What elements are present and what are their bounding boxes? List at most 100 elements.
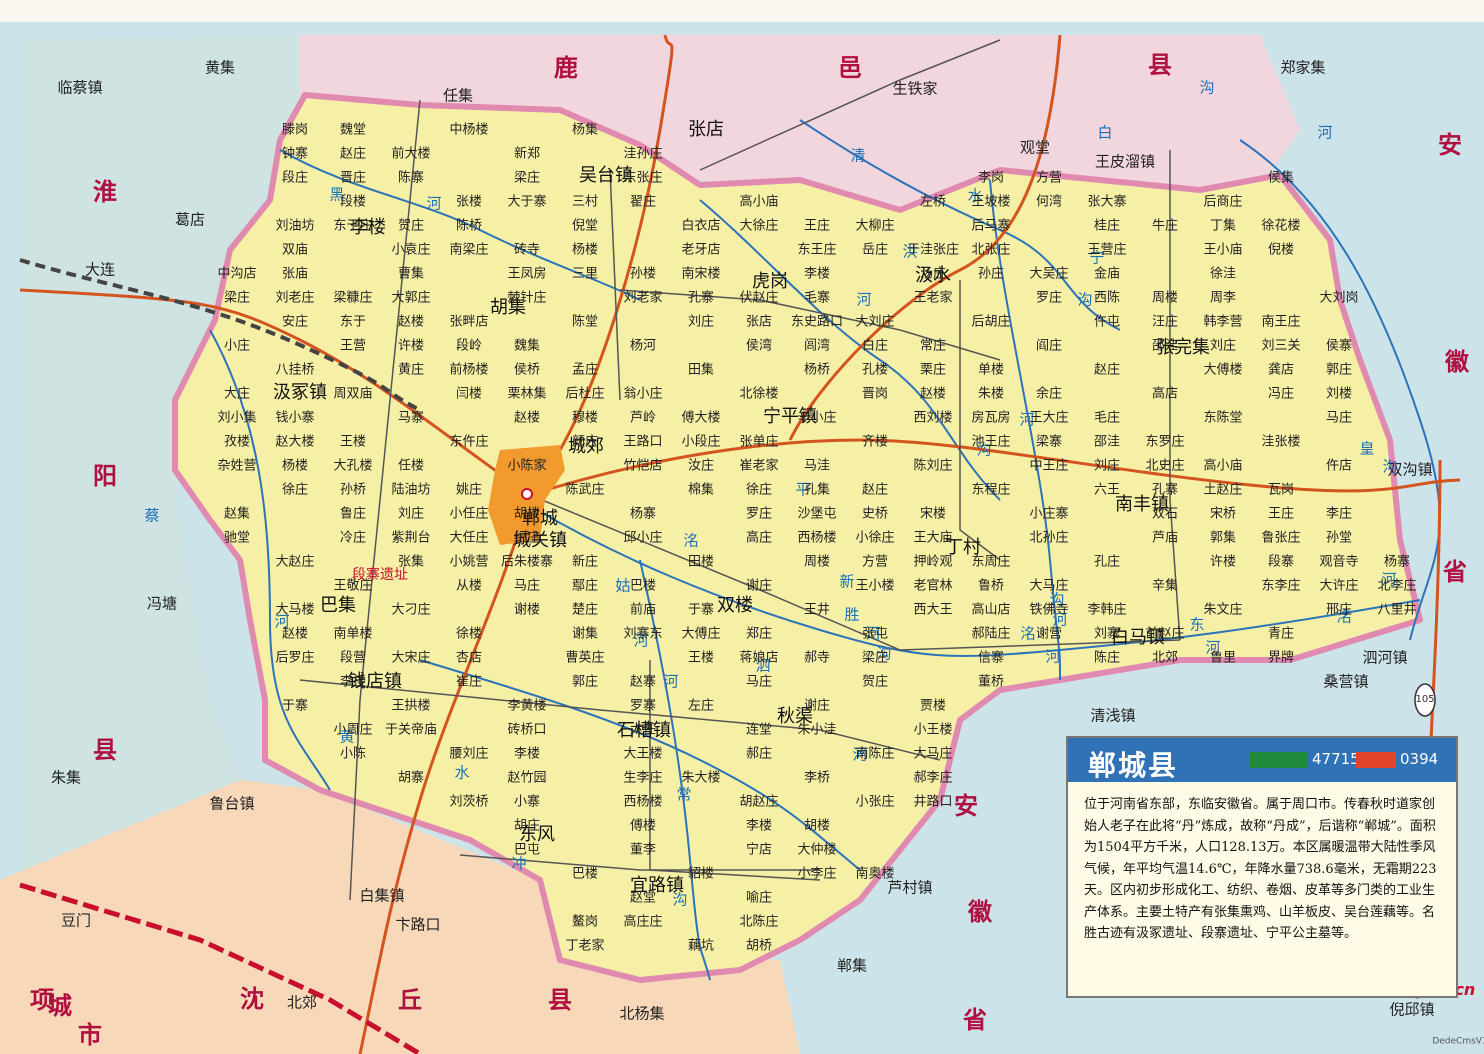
village-label: 南单楼 — [333, 626, 373, 642]
village-label: 徐洼 — [1209, 266, 1237, 282]
village-label: 谢庄 — [803, 698, 831, 714]
village-label: 邢庄 — [1325, 602, 1353, 618]
village-label: 胡赵庄 — [739, 794, 779, 810]
village-label: 白庄 — [861, 338, 889, 354]
village-label: 六王 — [1093, 482, 1121, 498]
village-label: 晋庄 — [339, 170, 367, 186]
village-label: 赵庄 — [1093, 362, 1121, 378]
village-label: 南奥楼 — [855, 866, 895, 882]
region-label: 徽 — [1445, 348, 1469, 376]
village-label: 段营 — [339, 650, 367, 666]
village-label: 晋岗 — [861, 386, 889, 402]
village-label: 张单庄 — [739, 434, 779, 450]
village-label: 马庄 — [1325, 410, 1353, 426]
village-label: 小庄 — [223, 338, 251, 354]
village-label: 谢楼 — [513, 602, 541, 618]
village-label: 王楼 — [687, 650, 715, 666]
region-label: 沈 — [240, 985, 264, 1013]
village-label: 闫楼 — [455, 386, 483, 402]
route-number-label: 105 — [1415, 694, 1435, 705]
village-label: 冯庄 — [1267, 386, 1295, 402]
village-label: 孔寨 — [1151, 482, 1179, 498]
village-label: 白衣店 — [681, 218, 721, 234]
village-label: 后朱楼寨 — [500, 554, 554, 570]
village-label: 刘庄 — [687, 314, 715, 330]
village-label: 东罗庄 — [1145, 434, 1185, 450]
village-label: 钱小寨 — [275, 410, 315, 426]
river-label: 洺 — [1020, 624, 1036, 643]
village-label: 王大庄 — [1029, 410, 1069, 426]
village-label: 丁老家 — [565, 938, 605, 954]
village-label: 王营庄 — [1087, 242, 1127, 258]
village-label: 竹恺店 — [623, 458, 663, 474]
village-label: 南梁庄 — [449, 242, 489, 258]
village-label: 小张庄 — [855, 794, 895, 810]
village-label: 余庄 — [1035, 386, 1063, 402]
village-label: 张店 — [745, 314, 773, 330]
village-label: 段楼 — [339, 194, 367, 210]
village-label: 贺庄 — [861, 674, 889, 690]
village-label: 金庙 — [1093, 266, 1121, 282]
village-label: 何湾 — [1035, 194, 1063, 210]
village-label: 方营 — [861, 554, 889, 570]
village-label: 大马庄 — [913, 746, 953, 762]
village-label: 倪堂 — [571, 218, 599, 234]
village-label: 刘庄 — [397, 506, 425, 522]
river-label: 东 — [1189, 615, 1205, 634]
village-label: 罗寨 — [629, 698, 657, 714]
town-label: 巴集 — [320, 595, 356, 616]
region-label: 省 — [1443, 558, 1467, 586]
village-label: 侯湾 — [745, 338, 773, 354]
village-label: 棉集 — [687, 482, 715, 498]
village-label: 罗庄 — [1035, 290, 1063, 306]
village-label: 东程庄 — [971, 482, 1011, 498]
external-place-label: 清浅镇 — [1090, 706, 1136, 725]
village-label: 藕坑 — [687, 938, 715, 954]
village-label: 楚庄 — [571, 602, 599, 618]
river-label: 胜 — [844, 605, 860, 624]
village-label: 东于 — [339, 314, 367, 330]
county-description: 位于河南省东部，东临安徽省。属于周口市。传春秋时道家创始人老子在此将“丹”炼成，… — [1084, 797, 1437, 941]
village-label: 鄢庄 — [571, 578, 599, 594]
village-label: 东王庄 — [797, 242, 837, 258]
village-label: 侯寨 — [1325, 338, 1353, 354]
village-label: 贾楼 — [919, 698, 947, 714]
village-label: 梁庄 — [513, 170, 541, 186]
river-label: 姑 — [615, 576, 631, 595]
village-label: 大许庄 — [1319, 578, 1359, 594]
village-label: 马庄 — [745, 674, 773, 690]
village-label: 小袁庄 — [391, 242, 431, 258]
village-label: 罗庄 — [745, 506, 773, 522]
village-label: 李桥 — [803, 770, 831, 786]
village-label: 王老家 — [913, 290, 953, 306]
village-label: 杨楼 — [571, 242, 599, 258]
village-label: 八挂桥 — [275, 362, 315, 378]
village-label: 后马寨 — [971, 218, 1011, 234]
village-label: 侯桥 — [513, 362, 541, 378]
village-label: 翟庄 — [629, 194, 657, 210]
village-label: 中杨楼 — [449, 122, 489, 138]
village-label: 刘三关 — [1261, 338, 1301, 354]
page-top-strip — [0, 0, 1484, 22]
village-label: 信寨 — [977, 650, 1005, 666]
village-label: 马洼 — [803, 458, 831, 474]
village-label: 巴屯 — [513, 842, 541, 858]
town-label: 虎岗 — [752, 271, 788, 292]
village-label: 郝陆庄 — [971, 626, 1011, 642]
village-label: 张庙 — [281, 266, 309, 282]
village-label: 洼孙庄 — [623, 146, 663, 162]
village-label: 刘庄 — [1093, 458, 1121, 474]
village-label: 孜楼 — [223, 434, 251, 450]
village-label: 北史庄 — [1145, 458, 1185, 474]
village-label: 郝寺 — [803, 650, 831, 666]
village-label: 小周庄 — [333, 722, 373, 738]
river-label: 河 — [1317, 123, 1333, 142]
village-label: 胡楼 — [513, 506, 541, 522]
village-label: 小姚营 — [449, 554, 489, 570]
village-label: 伏赵庄 — [739, 290, 779, 306]
village-label: 老牙店 — [681, 242, 721, 258]
village-label: 陈庄 — [1093, 650, 1121, 666]
village-label: 西刘楼 — [913, 410, 953, 426]
village-label: 前赵庄 — [1145, 626, 1185, 642]
village-label: 大于寨 — [507, 194, 547, 210]
